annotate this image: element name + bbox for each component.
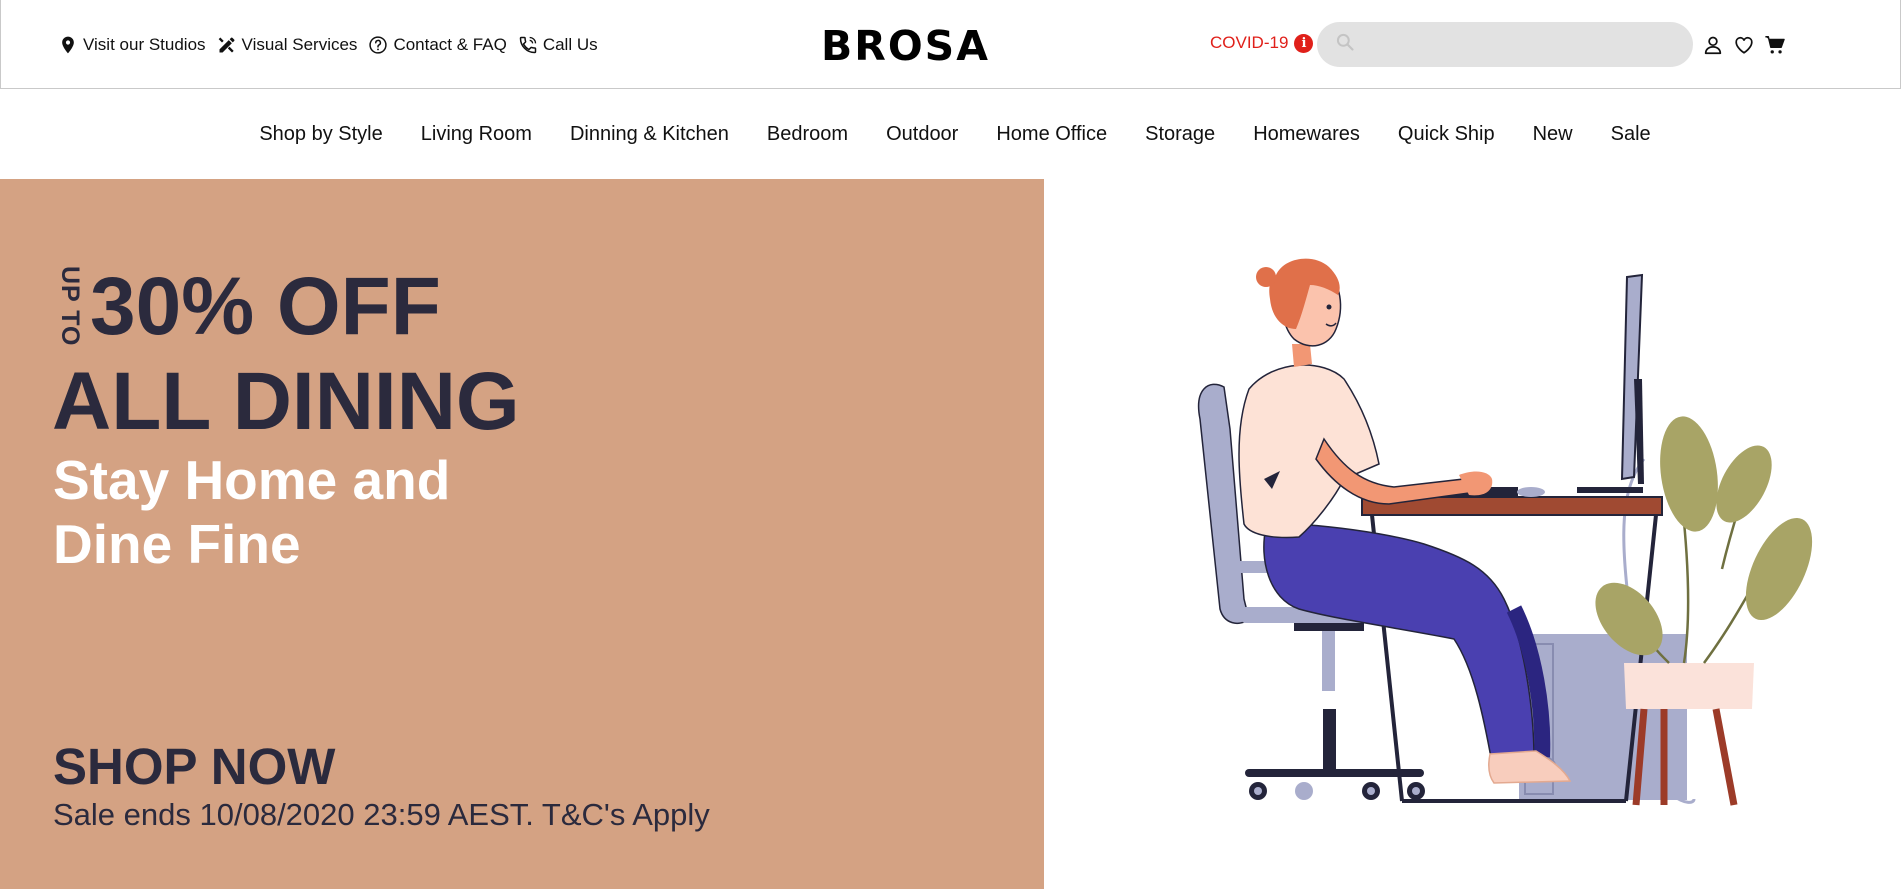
search-bar[interactable] [1317, 22, 1693, 67]
nav-item-quick-ship[interactable]: Quick Ship [1379, 123, 1514, 146]
nav-item-storage[interactable]: Storage [1126, 123, 1234, 146]
search-icon [1335, 32, 1355, 57]
nav-item-new[interactable]: New [1514, 123, 1592, 146]
question-circle-icon [366, 33, 390, 57]
hero-headline-category: ALL DINING [52, 356, 520, 447]
user-icon[interactable] [1697, 32, 1728, 58]
search-input[interactable] [1363, 24, 1683, 65]
nav-item-home-office[interactable]: Home Office [977, 123, 1126, 146]
shop-now-button[interactable]: SHOP NOW [53, 737, 335, 797]
visual-services-label: Visual Services [241, 35, 358, 54]
phone-icon [516, 33, 540, 57]
nav-item-outdoor[interactable]: Outdoor [867, 123, 977, 146]
nav-item-bedroom[interactable]: Bedroom [748, 123, 867, 146]
sale-terms: Sale ends 10/08/2020 23:59 AEST. T&C's A… [53, 797, 710, 832]
nav-item-dining-kitchen[interactable]: Dinning & Kitchen [551, 123, 748, 146]
hero-headline-discount: 30% OFF [90, 261, 441, 352]
nav-item-sale[interactable]: Sale [1592, 123, 1670, 146]
nav-item-shop-by-style[interactable]: Shop by Style [240, 123, 401, 146]
hero-upto-label: UP TO [56, 266, 84, 347]
covid-notice-link[interactable]: COVID-19 i [1210, 33, 1314, 53]
hero-subline: Stay Home and Dine Fine [53, 449, 451, 575]
brand-logo[interactable]: BROSA [821, 24, 990, 68]
visit-studios-label: Visit our Studios [83, 35, 206, 54]
main-nav: Shop by Style Living Room Dinning & Kitc… [0, 89, 1901, 179]
hero-illustration-panel [1044, 179, 1901, 889]
visual-services-link[interactable]: Visual Services [215, 33, 358, 57]
woman-at-desk-illustration [1197, 258, 1813, 806]
design-tools-icon [215, 33, 239, 57]
account-icons [1697, 32, 1790, 58]
cart-icon[interactable] [1759, 32, 1790, 58]
call-us-link[interactable]: Call Us [516, 33, 598, 57]
nav-item-living-room[interactable]: Living Room [402, 123, 551, 146]
utility-links: Visit our Studios Visual Services Contac… [56, 33, 607, 57]
visit-studios-link[interactable]: Visit our Studios [56, 33, 206, 57]
nav-item-homewares[interactable]: Homewares [1234, 123, 1379, 146]
call-us-label: Call Us [542, 35, 598, 54]
contact-faq-link[interactable]: Contact & FAQ [366, 33, 507, 57]
map-pin-icon [56, 33, 80, 57]
info-icon: i [1294, 33, 1314, 53]
covid-label: COVID-19 [1210, 33, 1289, 52]
contact-faq-label: Contact & FAQ [393, 35, 507, 54]
heart-icon[interactable] [1728, 32, 1759, 58]
top-bar: Visit our Studios Visual Services Contac… [0, 0, 1901, 89]
